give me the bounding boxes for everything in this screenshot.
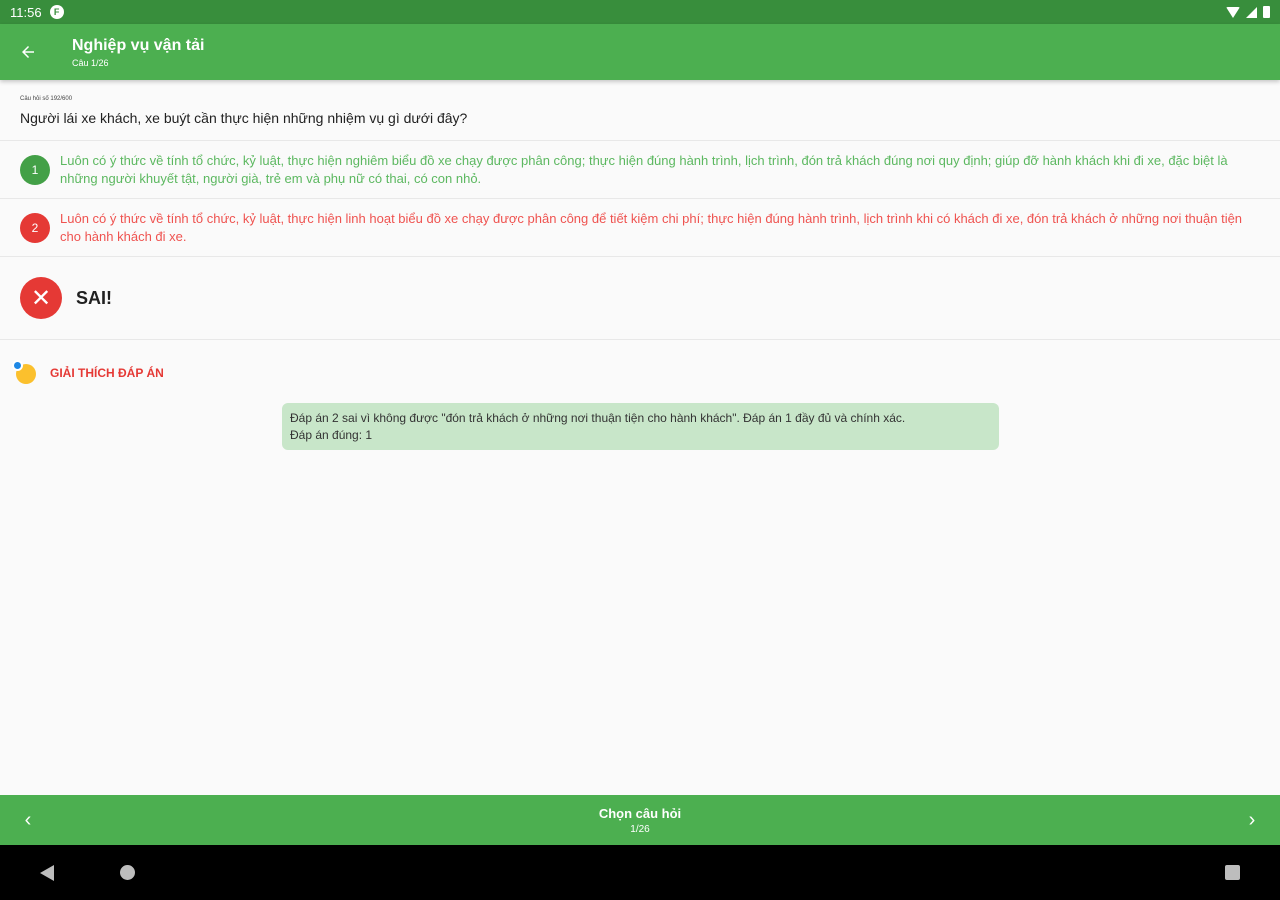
result-label: SAI!	[76, 287, 112, 308]
question-content: Câu hỏi số 192/600 Người lái xe khách, x…	[0, 80, 1280, 450]
answer-number-badge: 2	[20, 212, 50, 243]
previous-question-button[interactable]: ‹	[0, 795, 56, 845]
chat-bubble-blue	[12, 360, 23, 371]
system-home-icon[interactable]	[120, 865, 135, 880]
system-nav-bar	[0, 845, 1280, 900]
explanation-box: Đáp án 2 sai vì không được "đón trả khác…	[282, 403, 999, 450]
question-text: Người lái xe khách, xe buýt cần thực hiệ…	[20, 110, 468, 126]
chat-bubble-icon	[12, 360, 38, 386]
answer-number-badge: 1	[20, 154, 50, 185]
answer-text: Luôn có ý thức về tính tổ chức, kỷ luật,…	[60, 152, 1228, 186]
page-subtitle: Câu 1/26	[72, 57, 109, 68]
status-left: 11:56 F	[10, 5, 64, 20]
question-counter: 1/26	[630, 823, 650, 835]
back-button[interactable]	[0, 24, 56, 80]
explanation-title: GIẢI THÍCH ĐÁP ÁN	[50, 366, 164, 380]
select-question-button[interactable]: Chọn câu hỏi 1/26	[599, 806, 681, 835]
divider	[0, 339, 1280, 340]
arrow-left-icon	[22, 46, 34, 58]
system-back-icon[interactable]	[40, 865, 54, 881]
status-time: 11:56	[10, 4, 42, 20]
explanation-header: GIẢI THÍCH ĐÁP ÁN	[0, 358, 1280, 388]
answer-option-2[interactable]: 2 Luôn có ý thức về tính tổ chức, kỷ luậ…	[0, 199, 1280, 256]
question-meta: Câu hỏi số 192/600	[20, 96, 73, 102]
next-question-button[interactable]: ›	[1224, 795, 1280, 845]
status-bar: 11:56 F	[0, 0, 1280, 24]
chevron-right-icon: ›	[1248, 808, 1256, 831]
system-recents-icon[interactable]	[1225, 865, 1240, 880]
page-title: Nghiệp vụ vận tải	[72, 36, 205, 54]
battery-icon	[1263, 6, 1270, 18]
status-right	[1226, 6, 1270, 18]
result-row: ✕ SAI!	[0, 257, 1280, 339]
signal-icon	[1246, 6, 1257, 18]
wifi-icon	[1226, 6, 1240, 18]
app-titles: Nghiệp vụ vận tải Câu 1/26	[72, 37, 204, 68]
select-question-label: Chọn câu hỏi	[598, 805, 682, 821]
bottom-bar: ‹ Chọn câu hỏi 1/26 ›	[0, 795, 1280, 845]
app-notification-icon: F	[49, 5, 64, 19]
explanation-line-1: Đáp án 2 sai vì không được "đón trả khác…	[290, 411, 906, 425]
wrong-x-icon: ✕	[20, 277, 62, 319]
answer-text: Luôn có ý thức về tính tổ chức, kỷ luật,…	[60, 210, 1243, 244]
answer-option-1[interactable]: 1 Luôn có ý thức về tính tổ chức, kỷ luậ…	[0, 141, 1280, 198]
explanation-line-2: Đáp án đúng: 1	[290, 428, 373, 442]
chevron-left-icon: ‹	[24, 808, 32, 831]
app-bar: Nghiệp vụ vận tải Câu 1/26	[0, 24, 1280, 80]
